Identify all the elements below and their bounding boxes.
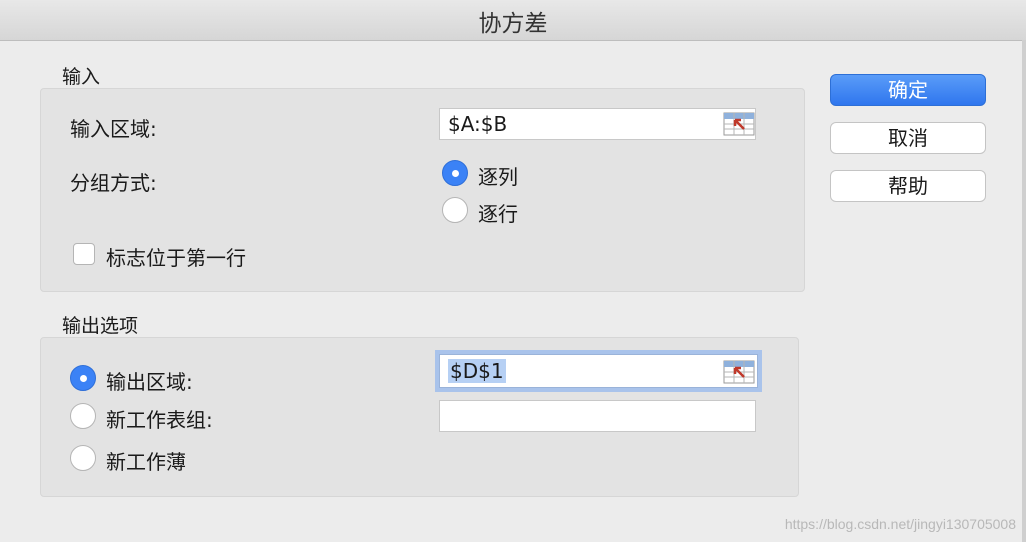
- new-worksheet-radio[interactable]: [70, 403, 96, 429]
- output-range-radio[interactable]: [70, 365, 96, 391]
- new-worksheet-label: 新工作表组:: [106, 408, 213, 432]
- group-by-columns-label: 逐列: [478, 165, 518, 189]
- output-range-value: $D$1: [448, 359, 506, 383]
- window-edge: [1022, 40, 1026, 542]
- input-range-label: 输入区域:: [70, 117, 157, 141]
- labels-in-first-row-checkbox[interactable]: [73, 243, 95, 265]
- new-workbook-label: 新工作薄: [106, 450, 186, 474]
- group-by-label: 分组方式:: [70, 171, 157, 195]
- new-worksheet-name-field[interactable]: [439, 400, 756, 432]
- input-range-field[interactable]: $A:$B: [439, 108, 756, 140]
- group-by-rows-radio[interactable]: [442, 197, 468, 223]
- output-range-field[interactable]: $D$1: [439, 354, 758, 388]
- watermark-text: https://blog.csdn.net/jingyi130705008: [784, 516, 1016, 532]
- new-workbook-radio[interactable]: [70, 445, 96, 471]
- input-section-label: 输入: [62, 66, 101, 88]
- output-section-label: 输出选项: [62, 315, 139, 337]
- cancel-button[interactable]: 取消: [830, 122, 986, 154]
- input-range-value: $A:$B: [448, 112, 508, 136]
- window-title: 协方差: [478, 11, 548, 37]
- group-by-rows-label: 逐行: [478, 202, 518, 226]
- labels-in-first-row-label: 标志位于第一行: [106, 246, 246, 270]
- ok-button[interactable]: 确定: [830, 74, 986, 106]
- group-by-columns-radio[interactable]: [442, 160, 468, 186]
- help-button[interactable]: 帮助: [830, 170, 986, 202]
- output-range-label: 输出区域:: [106, 370, 193, 394]
- title-bar: 协方差: [0, 0, 1026, 41]
- range-select-icon[interactable]: [723, 360, 755, 384]
- range-select-icon[interactable]: [723, 112, 755, 136]
